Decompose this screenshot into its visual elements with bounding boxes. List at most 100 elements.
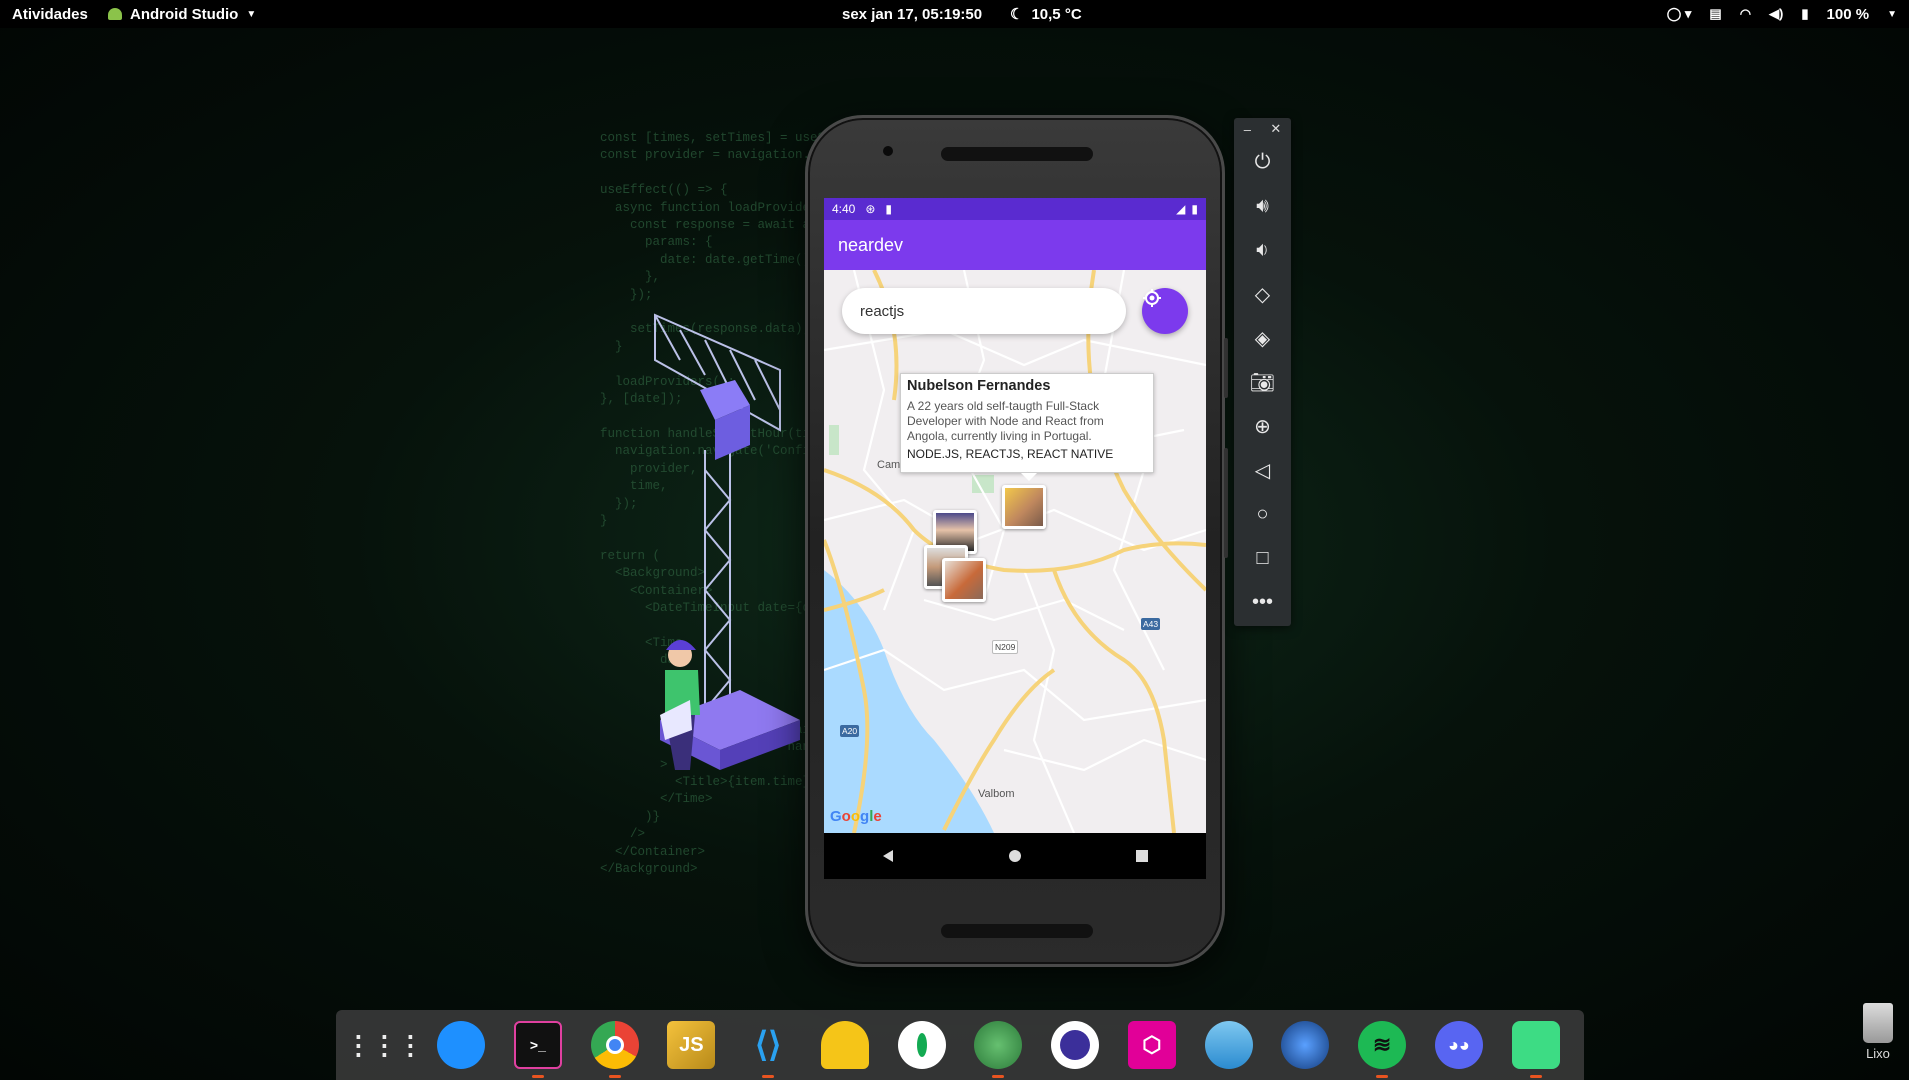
dock-android-studio[interactable] — [1509, 1018, 1563, 1078]
volume-up-button[interactable]: 🔊︎ — [1234, 184, 1291, 228]
speaker-grille-top — [941, 147, 1093, 161]
dock-dbeaver[interactable] — [1202, 1018, 1256, 1072]
dock-discord[interactable]: ◕◕ — [1432, 1018, 1486, 1072]
developer-callout[interactable]: Nubelson Fernandes A 22 years old self-t… — [900, 373, 1154, 481]
overview-icon[interactable] — [1134, 848, 1150, 864]
discord-icon: ◕◕ — [1434, 1021, 1483, 1069]
more-button[interactable]: ••• — [1234, 580, 1291, 624]
mongodb-leaf-icon — [897, 1021, 946, 1069]
dock-robo3t[interactable] — [971, 1018, 1025, 1078]
app-bar: neardev — [824, 220, 1206, 270]
dock-webstorm[interactable]: JS — [664, 1018, 718, 1072]
weather[interactable]: ☾ 10,5 °C — [1010, 5, 1082, 24]
rotate-left-icon: ◇ — [1254, 283, 1271, 306]
power-icon: ⏻ — [1254, 150, 1271, 173]
code-line: const [times, setTimes] = useState([ — [585, 131, 845, 145]
side-volume-button — [1224, 448, 1228, 558]
volume-up-icon: 🔊︎ — [1256, 194, 1269, 217]
emulator-phone: 4:40 ⊛ ▮ ◢ ▮ neardev reactjs Nubelson Fe… — [805, 115, 1228, 967]
locate-button[interactable] — [1142, 288, 1188, 334]
developer-name: Nubelson Fernandes — [907, 378, 1051, 394]
zoom-button[interactable]: ⊕ — [1234, 404, 1291, 448]
js-icon: JS — [667, 1021, 716, 1069]
dock-finder[interactable] — [434, 1018, 488, 1072]
sd-card-icon: ▮ — [885, 202, 893, 216]
trash-icon — [1863, 1003, 1893, 1043]
dock-insomnia[interactable] — [818, 1018, 872, 1072]
dock-graphql[interactable]: ⬡ — [1125, 1018, 1179, 1072]
weather-temp: 10,5 °C — [1031, 5, 1082, 23]
app-menu[interactable]: Android Studio ▼ — [108, 6, 256, 23]
back-icon[interactable] — [880, 848, 896, 864]
back-button[interactable]: ◁ — [1234, 448, 1291, 492]
keybase-icon — [1281, 1021, 1330, 1069]
terminal-icon: >_ — [513, 1021, 562, 1069]
power-button[interactable]: ⏻ — [1234, 140, 1291, 184]
dock-hyper[interactable]: >_ — [511, 1018, 565, 1078]
dock-spotify[interactable]: ≋ — [1355, 1018, 1409, 1078]
map-view[interactable]: Nubelson Fernandes A 22 years old self-t… — [824, 270, 1206, 833]
side-power-button — [1224, 338, 1228, 398]
developer-marker[interactable] — [1002, 485, 1046, 529]
camera-icon: 📷︎ — [1249, 371, 1276, 394]
dock-apps-grid[interactable]: ⋮⋮⋮ — [345, 1018, 423, 1072]
notes-icon: ▤ — [1709, 6, 1722, 21]
overview-icon: □ — [1256, 546, 1269, 569]
developer-bio: A 22 years old self-taugth Full-Stack De… — [907, 399, 1104, 443]
vscode-icon: ⟨⟩ — [754, 1026, 782, 1064]
chrome-icon — [590, 1021, 639, 1069]
developer-techs: NODE.JS, REACTJS, REACT NATIVE — [907, 447, 1114, 461]
rotate-right-button[interactable]: ◈ — [1234, 316, 1291, 360]
chevron-down-icon: ▼ — [1887, 8, 1897, 20]
dock-mongodb[interactable] — [895, 1018, 949, 1072]
developer-marker[interactable] — [942, 558, 986, 602]
phone-screen: 4:40 ⊛ ▮ ◢ ▮ neardev reactjs Nubelson Fe… — [824, 198, 1206, 879]
trash[interactable]: Lixo — [1858, 1003, 1898, 1061]
overview-button[interactable]: □ — [1234, 536, 1291, 580]
android-studio-icon — [1511, 1021, 1560, 1069]
back-icon: ◁ — [1254, 459, 1271, 482]
dock-keybase[interactable] — [1278, 1018, 1332, 1072]
wifi-icon: ◠ — [1739, 6, 1752, 21]
search-input[interactable] — [842, 288, 1126, 334]
dock-vscode[interactable]: ⟨⟩ — [741, 1018, 795, 1078]
activities-button[interactable]: Atividades — [12, 6, 88, 23]
battery-icon: ▮ — [1801, 6, 1809, 21]
home-button[interactable]: ○ — [1234, 492, 1291, 536]
zoom-icon: ⊕ — [1254, 415, 1271, 438]
app-title: neardev — [838, 234, 904, 255]
speaker-grille-bottom — [941, 924, 1093, 938]
android-studio-icon — [108, 8, 122, 20]
map-place-label: Cam — [877, 459, 901, 471]
close-icon[interactable]: ✕ — [1270, 121, 1281, 137]
dock-chrome[interactable] — [588, 1018, 642, 1078]
signal-icon: ◢ — [1176, 202, 1186, 216]
helmet-icon — [820, 1021, 869, 1069]
eclipse-icon — [1051, 1021, 1100, 1069]
minimize-icon[interactable]: – — [1244, 122, 1251, 137]
dock-eclipse[interactable] — [1048, 1018, 1102, 1072]
battery-icon: ▮ — [1191, 202, 1198, 216]
google-logo: Google — [830, 808, 882, 825]
volume-down-button[interactable]: 🔉︎ — [1234, 228, 1291, 272]
road-shield: A43 — [1141, 618, 1161, 630]
trash-label: Lixo — [1866, 1046, 1890, 1061]
home-icon[interactable] — [1007, 848, 1023, 864]
wallpaper-illustration — [654, 313, 800, 770]
android-status-bar: 4:40 ⊛ ▮ ◢ ▮ — [824, 198, 1206, 220]
road-shield: A20 — [840, 725, 860, 737]
clock[interactable]: sex jan 17, 05:19:50 — [842, 6, 982, 23]
volume-icon: ◀) — [1769, 6, 1784, 21]
indicator-circle-icon: ◯ ▾ — [1666, 6, 1692, 21]
rocket-icon — [974, 1021, 1023, 1069]
home-icon: ○ — [1256, 502, 1269, 525]
volume-down-icon: 🔉︎ — [1256, 238, 1269, 261]
spotify-icon: ≋ — [1358, 1021, 1407, 1069]
emulator-toolbar: – ✕ ⏻ 🔊︎ 🔉︎ ◇ ◈ 📷︎ ⊕ ◁ ○ □ ••• — [1234, 118, 1291, 626]
screenshot-button[interactable]: 📷︎ — [1234, 360, 1291, 404]
app-menu-label: Android Studio — [130, 5, 239, 23]
rotate-left-button[interactable]: ◇ — [1234, 272, 1291, 316]
road-shield: N209 — [992, 640, 1019, 654]
system-tray[interactable]: ◯ ▾ ▤ ◠ ◀) ▮ 100 % ▼ — [1667, 6, 1897, 23]
front-camera — [883, 146, 893, 156]
